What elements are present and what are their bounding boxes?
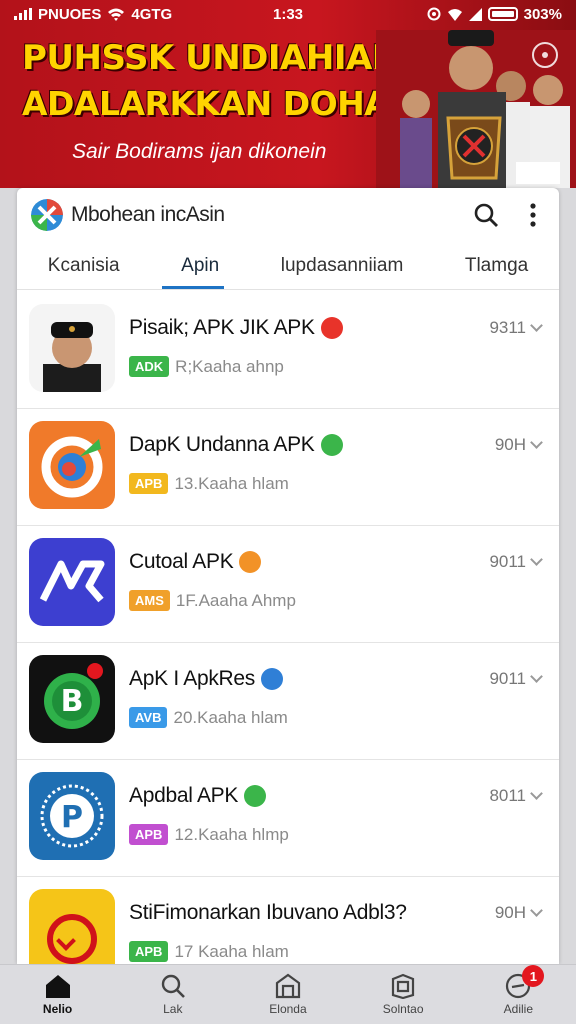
app-tag: ADK [129, 356, 170, 377]
app-badge-icon [239, 551, 262, 573]
app-badge-icon [320, 317, 343, 339]
bottom-navigation: Nelio Lak Elonda Solntao 1 Adilie [0, 964, 576, 1024]
active-tab-indicator [162, 286, 224, 289]
app-title: Apdbal APK [129, 784, 267, 808]
app-meta: APB 13.Kaaha hlam [129, 473, 289, 494]
chevron-down-icon [530, 552, 543, 566]
app-size-dropdown[interactable]: 9011 [489, 669, 543, 689]
app-icon-arrows [29, 538, 115, 626]
list-item[interactable]: DapK Undanna APK APB 13.Kaaha hlam 90H [17, 409, 559, 526]
app-icon-b-circle: B [29, 655, 115, 743]
tab-lupdasanniiam[interactable]: lupdasanniiam [275, 245, 410, 287]
alarm-icon [427, 7, 441, 21]
app-size-dropdown[interactable]: 90H [495, 903, 543, 923]
box-icon [392, 973, 415, 999]
wifi-icon [108, 8, 125, 21]
category-tabs: Kcanisia Apin lupdasanniiam Tlamga [17, 242, 559, 290]
nav-home[interactable]: Nelio [18, 973, 98, 1016]
app-store-card: Mbohean incAsin Kcanisia Apin lupdasanni… [17, 188, 559, 964]
search-icon[interactable] [473, 202, 499, 228]
app-size-dropdown[interactable]: 9011 [489, 552, 543, 572]
battery-icon [487, 7, 518, 21]
clock: 1:33 [272, 5, 304, 23]
app-icon-yellow [29, 889, 115, 964]
list-item[interactable]: B ApK I ApkRes AVB 20.Kaaha hlam 9011 [17, 643, 559, 760]
search-icon [161, 974, 185, 998]
app-title: Pisaik; APK JIK APK [129, 316, 343, 340]
nav-store[interactable]: Elonda [248, 973, 328, 1016]
app-tag: APB [129, 473, 169, 494]
app-title: Cutoal APK [129, 550, 262, 574]
banner-headline-1: PUHSSK UNDIAHIAN [22, 38, 400, 78]
app-meta: AMS 1F.Aaaha Ahmp [129, 590, 296, 611]
app-meta: AVB 20.Kaaha hlam [129, 707, 288, 728]
app-tag: APB [129, 824, 169, 845]
promo-banner[interactable]: PNUOES 4GTG 1:33 303% PUHSSK UNDIAHIAN A… [0, 0, 576, 188]
app-badge-icon [260, 668, 283, 690]
store-icon [275, 973, 301, 999]
app-icon-portrait [29, 304, 115, 392]
wifi-status-icon [447, 8, 462, 21]
list-item[interactable]: StiFimonarkan Ibuvano Adbl3? APB 17 Kaah… [17, 877, 559, 964]
home-icon [45, 975, 70, 998]
nav-label: Lak [163, 1002, 183, 1016]
nav-label: Elonda [269, 1002, 307, 1016]
status-bar: PNUOES 4GTG 1:33 303% [0, 0, 576, 28]
chevron-down-icon [530, 903, 543, 917]
notification-badge: 1 [522, 965, 545, 987]
app-icon-p-seal: P [29, 772, 115, 860]
chevron-down-icon [530, 786, 543, 800]
app-size-dropdown[interactable]: 90H [495, 435, 543, 455]
nav-profile[interactable]: 1 Adilie [478, 965, 558, 1016]
app-size-dropdown[interactable]: 9311 [489, 318, 543, 338]
app-meta: APB 17 Kaaha hlam [129, 941, 289, 962]
app-title: StiFimonarkan Ibuvano Adbl3? [129, 901, 407, 924]
nav-box[interactable]: Solntao [363, 973, 443, 1016]
cell-signal-icon [468, 7, 482, 21]
nav-search[interactable]: Lak [133, 973, 213, 1016]
tab-kcanisia[interactable]: Kcanisia [42, 245, 126, 287]
banner-subline: Sair Bodirams ijan dikonein [72, 140, 327, 163]
list-item[interactable]: Pisaik; APK JIK APK ADK R;Kaaha ahnp 931… [17, 292, 559, 409]
app-badge-icon [320, 434, 343, 456]
more-options-icon[interactable] [529, 202, 537, 228]
app-title: DapK Undanna APK [129, 433, 343, 457]
app-title: ApK I ApkRes [129, 667, 283, 691]
app-meta: APB 12.Kaaha hlmp [129, 824, 289, 845]
app-list: Pisaik; APK JIK APK ADK R;Kaaha ahnp 931… [17, 292, 559, 964]
app-size-dropdown[interactable]: 8011 [489, 786, 543, 806]
app-badge-icon [244, 785, 267, 807]
nav-label: Nelio [42, 1002, 73, 1016]
network-type: 4GTG [131, 5, 173, 23]
app-meta: ADK R;Kaaha ahnp [129, 356, 284, 377]
svg-text:B: B [61, 684, 84, 719]
signal-icon [14, 8, 32, 20]
battery-percent: 303% [523, 5, 562, 23]
carrier-name: PNUOES [38, 5, 102, 23]
app-icon-target [29, 421, 115, 509]
camera-icon[interactable] [532, 42, 558, 68]
chevron-down-icon [530, 669, 543, 683]
nav-label: Adilie [503, 1002, 534, 1016]
svg-text:P: P [61, 800, 83, 835]
app-header: Mbohean incAsin [17, 188, 559, 242]
app-title: Mbohean incAsin [71, 203, 225, 226]
nav-label: Solntao [382, 1002, 424, 1016]
app-tag: APB [129, 941, 169, 962]
list-item[interactable]: Cutoal APK AMS 1F.Aaaha Ahmp 9011 [17, 526, 559, 643]
chevron-down-icon [530, 318, 543, 332]
tab-tlamga[interactable]: Tlamga [459, 245, 534, 287]
app-tag: AVB [129, 707, 168, 728]
app-tag: AMS [129, 590, 170, 611]
tab-apin[interactable]: Apin [175, 245, 225, 287]
list-item[interactable]: P Apdbal APK APB 12.Kaaha hlmp 8011 [17, 760, 559, 877]
app-logo-icon [31, 199, 63, 231]
chevron-down-icon [530, 435, 543, 449]
